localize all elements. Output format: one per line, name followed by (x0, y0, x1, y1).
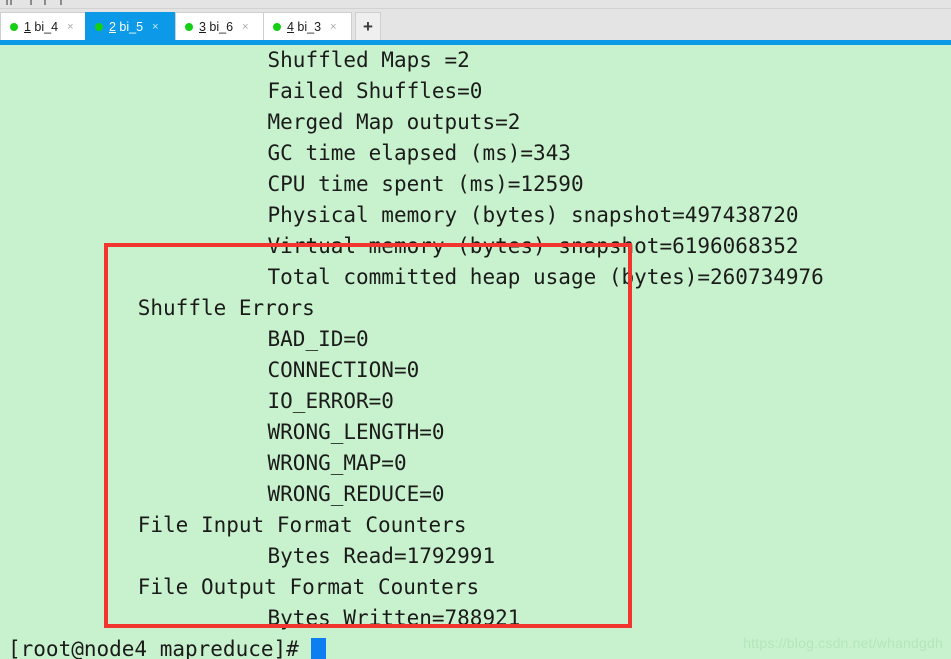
green-dot-icon (10, 22, 18, 31)
toolbar-icon-3[interactable] (30, 0, 32, 5)
new-tab-button[interactable]: + (355, 12, 381, 40)
terminal-line: Failed Shuffles=0 (267, 79, 483, 103)
close-icon[interactable]: × (67, 21, 73, 33)
close-icon[interactable]: × (152, 21, 158, 33)
terminal-line: Total committed heap usage (bytes)=26073… (267, 265, 824, 289)
toolbar-strip-cutoff (0, 0, 951, 9)
text-cursor (311, 638, 327, 659)
tab-bar: 1 bi_4 × 2 bi_5 × 3 bi_6 × 4 bi_3 × + (0, 9, 951, 40)
tab-bi_3[interactable]: 4 bi_3 × (263, 12, 352, 40)
terminal-line: File Output Format Counters (137, 575, 480, 599)
tab-label: 4 bi_3 (287, 19, 322, 34)
tab-bi_4[interactable]: 1 bi_4 × (0, 12, 88, 40)
toolbar-icon-4[interactable] (44, 0, 46, 5)
terminal-line: File Input Format Counters (137, 513, 467, 537)
terminal-line: IO_ERROR=0 (267, 389, 394, 413)
terminal-text: Shuffled Maps =2 Failed Shuffles=0 Merged … (0, 45, 824, 659)
toolbar-icon-1[interactable] (6, 0, 8, 5)
green-dot-icon (95, 22, 103, 31)
terminal-line: WRONG_MAP=0 (267, 451, 407, 475)
terminal-line: Virtual memory (bytes) snapshot=61960683… (267, 234, 799, 258)
terminal-line: GC time elapsed (ms)=343 (267, 141, 571, 165)
toolbar-icon-2[interactable] (10, 0, 12, 5)
close-icon[interactable]: × (242, 21, 248, 33)
terminal-line: Merged Map outputs=2 (267, 110, 521, 134)
terminal-line: BAD_ID=0 (267, 327, 369, 351)
terminal-line: Bytes Read=1792991 (267, 544, 496, 568)
close-icon[interactable]: × (330, 21, 336, 33)
terminal-line: Shuffled Maps =2 (267, 48, 470, 72)
terminal-line: Bytes Written=788921 (267, 606, 521, 630)
green-dot-icon (185, 22, 193, 31)
terminal-line: WRONG_REDUCE=0 (267, 482, 445, 506)
terminal-line: CONNECTION=0 (267, 358, 420, 382)
green-dot-icon (273, 22, 281, 31)
terminal-window: 1 bi_4 × 2 bi_5 × 3 bi_6 × 4 bi_3 × + Shuffled M… (0, 0, 951, 659)
tab-bi_6[interactable]: 3 bi_6 × (175, 12, 266, 40)
tab-label: 1 bi_4 (24, 19, 59, 34)
tab-bi_5[interactable]: 2 bi_5 × (85, 12, 178, 40)
terminal-line: CPU time spent (ms)=12590 (267, 172, 584, 196)
tab-label: 2 bi_5 (109, 19, 144, 34)
terminal-line: WRONG_LENGTH=0 (267, 420, 445, 444)
shell-prompt: [root@node4 mapreduce]# (8, 637, 312, 659)
terminal-output-pane[interactable]: Shuffled Maps =2 Failed Shuffles=0 Merged … (0, 45, 951, 659)
shell-prompt-line: [root@node4 mapreduce]# (0, 634, 824, 659)
terminal-line: Shuffle Errors (137, 296, 315, 320)
terminal-line: Physical memory (bytes) snapshot=4974387… (267, 203, 799, 227)
tab-label: 3 bi_6 (199, 19, 234, 34)
watermark-text: https://blog.csdn.net/whandgdh (743, 635, 943, 651)
toolbar-icon-5[interactable] (60, 0, 62, 5)
